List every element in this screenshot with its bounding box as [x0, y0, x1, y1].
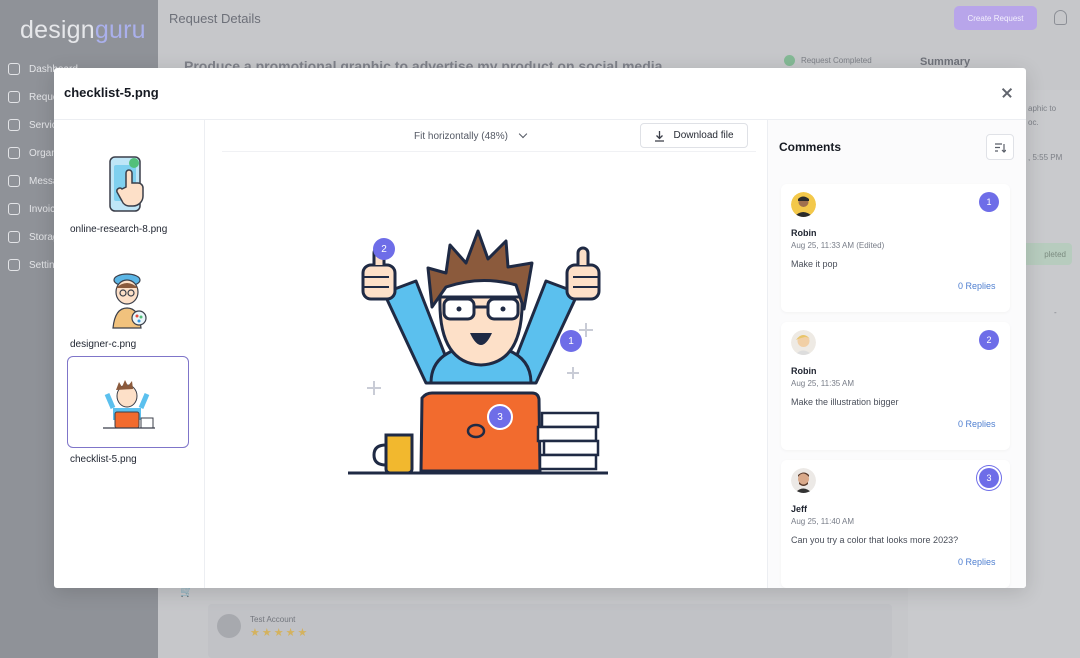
- comment-author: Robin: [791, 228, 817, 238]
- thumbnail-list: online-research-8.png designer-c.png che…: [54, 120, 205, 588]
- database-icon: [8, 231, 20, 243]
- zoom-label: Fit horizontally (48%): [414, 130, 508, 142]
- summary-fragment: -: [1054, 308, 1057, 317]
- gear-icon: [8, 259, 20, 271]
- comment-author: Jeff: [791, 504, 808, 514]
- review-card: [208, 604, 892, 658]
- list-icon: [8, 91, 20, 103]
- thumbnail-label: designer-c.png: [70, 339, 137, 350]
- image-viewer: Fit horizontally (48%) Download file 1 2…: [206, 120, 767, 588]
- summary-fragment: , 5:55 PM: [1028, 153, 1063, 162]
- comment-timestamp: Aug 25, 11:40 AM: [791, 517, 855, 526]
- avatar: [791, 468, 816, 493]
- download-label: Download file: [673, 130, 734, 141]
- comment-card: 2 Robin Aug 25, 11:35 AM Make the illust…: [781, 322, 1010, 450]
- phone-tap-icon: [109, 156, 144, 212]
- invoice-icon: [8, 203, 20, 215]
- page-title: Request Details: [169, 11, 261, 26]
- replies-link[interactable]: 0 Replies: [958, 557, 996, 567]
- message-icon: [8, 175, 20, 187]
- logo-text: design: [20, 16, 95, 44]
- bell-icon[interactable]: [1054, 10, 1067, 25]
- thumbnail-label: checklist-5.png: [70, 454, 137, 465]
- checklist-artwork: 1 2 3: [348, 229, 608, 475]
- thumbnail-checklist-selected[interactable]: [67, 356, 189, 448]
- comment-marker-3[interactable]: 3: [487, 404, 513, 430]
- check-circle-icon: [784, 55, 795, 66]
- avatar: [217, 614, 241, 638]
- marker-number: 3: [497, 412, 503, 423]
- comments-panel: Comments 1 Robin Aug 25, 11:33 AM (Edite…: [767, 120, 1026, 588]
- comment-number-badge[interactable]: 2: [979, 330, 999, 350]
- star-rating: ★★★★★: [250, 627, 310, 639]
- grid-icon: [8, 119, 20, 131]
- review-account-name: Test Account: [250, 615, 296, 624]
- comment-number-badge[interactable]: 1: [979, 192, 999, 212]
- download-file-button[interactable]: Download file: [640, 123, 748, 148]
- avatar: [791, 330, 816, 355]
- marker-number: 2: [381, 244, 387, 255]
- users-icon: [8, 147, 20, 159]
- app-logo[interactable]: designguru: [20, 16, 146, 45]
- comment-text: Can you try a color that looks more 2023…: [791, 535, 959, 545]
- modal-header: checklist-5.png: [54, 68, 1026, 120]
- comment-number-badge[interactable]: 3: [979, 468, 999, 488]
- download-icon: [655, 130, 665, 142]
- summary-title: Summary: [920, 56, 971, 68]
- comment-marker-2[interactable]: 2: [373, 238, 395, 260]
- avatar: [791, 192, 816, 217]
- replies-link[interactable]: 0 Replies: [958, 281, 996, 291]
- thumbnail-online-research[interactable]: [67, 140, 189, 232]
- comment-timestamp: Aug 25, 11:33 AM (Edited): [791, 241, 885, 250]
- status-text: Request Completed: [801, 56, 872, 65]
- create-request-button[interactable]: Create Request: [954, 6, 1037, 30]
- comment-author: Robin: [791, 366, 817, 376]
- status-badge: Request Completed: [784, 55, 872, 66]
- comment-text: Make it pop: [791, 259, 838, 269]
- checklist-illustration-icon: [103, 380, 155, 429]
- summary-fragment: aphic to: [1028, 104, 1057, 113]
- comment-card: 1 Robin Aug 25, 11:33 AM (Edited) Make i…: [781, 184, 1010, 312]
- sort-comments-button[interactable]: [986, 134, 1014, 160]
- marker-number: 1: [568, 336, 574, 347]
- logo-accent-text: guru: [94, 16, 146, 44]
- thumbnail-designer[interactable]: [67, 255, 189, 347]
- sort-icon: [995, 142, 1006, 153]
- summary-fragment: oc.: [1028, 118, 1039, 127]
- thumbnail-label: online-research-8.png: [70, 224, 168, 235]
- comment-card: 3 Jeff Aug 25, 11:40 AM Can you try a co…: [781, 460, 1010, 588]
- file-preview-modal: checklist-5.png online-research-8.png de…: [54, 68, 1026, 588]
- comment-marker-1[interactable]: 1: [560, 330, 582, 352]
- modal-title: checklist-5.png: [64, 85, 159, 100]
- designer-avatar-icon: [112, 273, 147, 329]
- divider: [222, 151, 756, 152]
- comments-title: Comments: [779, 140, 842, 154]
- zoom-dropdown[interactable]: Fit horizontally (48%): [414, 126, 528, 146]
- cart-icon: 🛒: [180, 587, 193, 598]
- home-icon: [8, 63, 20, 75]
- comment-timestamp: Aug 25, 11:35 AM: [791, 379, 855, 388]
- comment-text: Make the illustration bigger: [791, 397, 899, 407]
- close-icon[interactable]: [998, 84, 1016, 102]
- chevron-down-icon: [518, 129, 528, 139]
- replies-link[interactable]: 0 Replies: [958, 419, 996, 429]
